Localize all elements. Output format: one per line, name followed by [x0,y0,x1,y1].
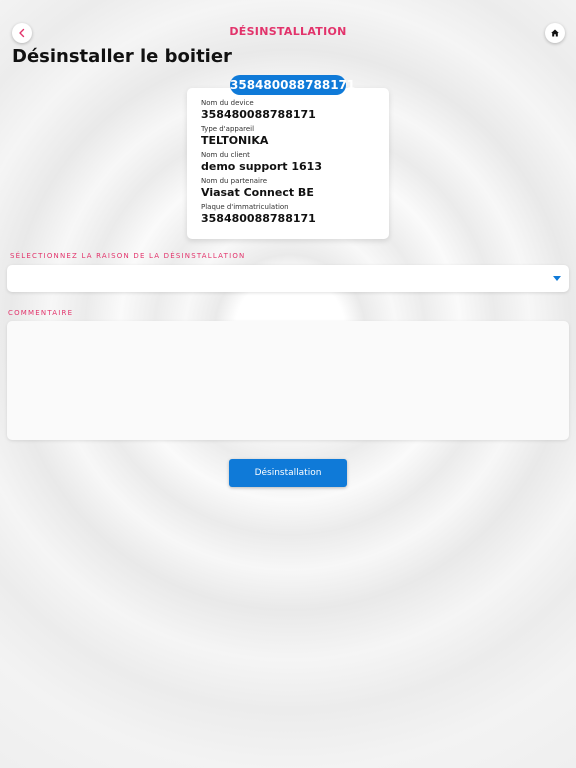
comment-label: COMMENTAIRE [8,309,74,317]
home-button[interactable] [545,23,565,43]
device-id-badge: 358480088788171 [230,75,355,95]
page-title: Désinstaller le boitier [12,46,232,67]
field-label: Nom du client [201,151,250,159]
field-value: TELTONIKA [201,134,269,147]
device-name-field: Nom du device 358480088788171 [201,99,375,121]
header-title: DÉSINSTALLATION [229,25,347,38]
uninstall-button[interactable]: Désinstallation [229,459,347,487]
field-label: Nom du device [201,99,254,107]
home-icon [551,29,559,37]
partner-name-field: Nom du partenaire Viasat Connect BE [201,177,375,199]
reason-select[interactable] [7,265,569,292]
license-plate-field: Plaque d'immatriculation 358480088788171 [201,203,375,225]
client-name-field: Nom du client demo support 1613 [201,151,375,173]
reason-label: SÉLECTIONNEZ LA RAISON DE LA DÉSINSTALLA… [10,252,246,260]
field-label: Type d'appareil [201,125,255,133]
field-label: Nom du partenaire [201,177,268,185]
device-info-card: Nom du device 358480088788171 Type d'app… [187,88,389,239]
caret-down-icon [553,276,561,281]
field-label: Plaque d'immatriculation [201,203,289,211]
screen: DÉSINSTALLATION Désinstaller le boitier … [0,0,576,768]
field-value: 358480088788171 [201,108,316,121]
device-type-field: Type d'appareil TELTONIKA [201,125,375,147]
field-value: 358480088788171 [201,212,316,225]
field-value: demo support 1613 [201,160,322,173]
field-value: Viasat Connect BE [201,186,314,199]
comment-textarea[interactable] [7,321,569,440]
